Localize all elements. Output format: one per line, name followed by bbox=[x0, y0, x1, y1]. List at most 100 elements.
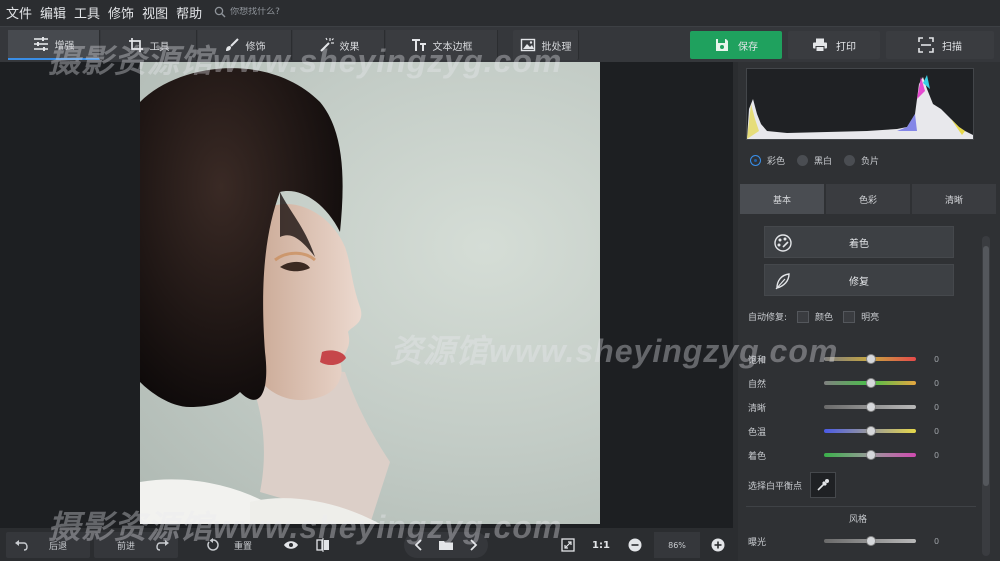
tab-effects[interactable]: 效果 bbox=[293, 30, 385, 60]
tint-slider[interactable] bbox=[824, 450, 916, 460]
exposure-knob[interactable] bbox=[866, 536, 876, 546]
white-balance-label: 选择白平衡点 bbox=[748, 481, 803, 492]
color-mode-group: 彩色 黑白 负片 bbox=[750, 154, 891, 167]
saturation-slider[interactable] bbox=[824, 354, 916, 364]
colorize-button[interactable]: 着色 bbox=[764, 226, 954, 258]
temperature-slider-row: 色温 0 bbox=[748, 424, 948, 438]
menu-help[interactable]: 帮助 bbox=[176, 3, 202, 22]
tab-tools[interactable]: 工具 bbox=[101, 30, 197, 60]
menu-edit[interactable]: 编辑 bbox=[40, 3, 66, 22]
mode-color-radio[interactable] bbox=[750, 155, 761, 166]
text-icon bbox=[411, 39, 426, 51]
tab-enhance[interactable]: 增强 bbox=[8, 30, 100, 60]
mode-bw-radio[interactable] bbox=[797, 155, 809, 166]
temperature-slider[interactable] bbox=[824, 426, 916, 436]
previous-image-icon[interactable] bbox=[414, 539, 424, 551]
reset-label: 重置 bbox=[233, 541, 252, 552]
tab-retouch[interactable]: 修饰 bbox=[198, 30, 292, 60]
tint-label: 着色 bbox=[748, 451, 767, 462]
tab-batch[interactable]: 批处理 bbox=[513, 30, 579, 60]
tab-text-border-label: 文本边框 bbox=[432, 41, 473, 53]
autofix-color-checkbox[interactable] bbox=[797, 310, 810, 323]
portrait-illustration bbox=[140, 68, 390, 524]
search-input[interactable] bbox=[230, 7, 351, 17]
mode-bw-label: 黑白 bbox=[814, 157, 833, 167]
subtab-color[interactable]: 色彩 bbox=[826, 184, 910, 214]
tint-value: 0 bbox=[934, 450, 940, 460]
print-label: 打印 bbox=[836, 41, 856, 53]
redo-button[interactable]: 前进 bbox=[94, 532, 178, 558]
scan-button[interactable]: 扫描 bbox=[886, 31, 994, 59]
panel-scroll-thumb[interactable] bbox=[983, 246, 989, 486]
save-label: 保存 bbox=[738, 41, 758, 53]
reset-button[interactable]: 重置 bbox=[194, 532, 264, 558]
scan-label: 扫描 bbox=[942, 41, 962, 53]
tab-text-border[interactable]: 文本边框 bbox=[386, 30, 498, 60]
eye-icon bbox=[284, 541, 298, 549]
section-divider bbox=[746, 506, 976, 507]
portrait-photo bbox=[140, 62, 600, 524]
crop-icon bbox=[128, 38, 143, 52]
fit-screen-icon bbox=[561, 538, 575, 552]
histogram-graph bbox=[747, 75, 973, 139]
menu-view[interactable]: 视图 bbox=[142, 3, 168, 22]
plus-circle-icon bbox=[711, 538, 725, 552]
search-icon bbox=[214, 6, 226, 18]
image-canvas[interactable] bbox=[0, 62, 733, 528]
saturation-value: 0 bbox=[934, 354, 940, 364]
autofix-brightness-label: 明亮 bbox=[861, 313, 880, 323]
zoom-input[interactable] bbox=[654, 532, 700, 558]
subtab-basic[interactable]: 基本 bbox=[740, 184, 824, 214]
folder-icon[interactable] bbox=[438, 539, 454, 551]
palette-icon bbox=[774, 234, 792, 252]
tab-effects-label: 效果 bbox=[339, 41, 360, 53]
colorize-label: 着色 bbox=[849, 238, 869, 250]
menu-file[interactable]: 文件 bbox=[6, 3, 32, 22]
saturation-slider-row: 饱和 0 bbox=[748, 352, 948, 366]
tab-enhance-label: 增强 bbox=[54, 40, 75, 52]
style-section-title: 风格 bbox=[848, 515, 867, 525]
next-image-icon[interactable] bbox=[468, 539, 478, 551]
floppy-disk-icon bbox=[716, 39, 728, 51]
autofix-brightness-checkbox[interactable] bbox=[843, 310, 856, 323]
clarity-label: 清晰 bbox=[748, 403, 767, 414]
subtab-sharpness[interactable]: 清晰 bbox=[912, 184, 996, 214]
print-button[interactable]: 打印 bbox=[788, 31, 880, 59]
compare-button[interactable] bbox=[312, 532, 334, 558]
actual-size-button[interactable]: 1:1 bbox=[588, 532, 614, 558]
exposure-slider[interactable] bbox=[824, 536, 916, 546]
saturation-knob[interactable] bbox=[866, 354, 876, 364]
vibrance-slider-row: 自然 0 bbox=[748, 376, 948, 390]
exposure-slider-row: 曝光 0 bbox=[748, 534, 948, 548]
undo-button[interactable]: 后退 bbox=[6, 532, 90, 558]
vibrance-knob[interactable] bbox=[866, 378, 876, 388]
fit-to-screen-button[interactable] bbox=[558, 532, 578, 558]
menu-tools[interactable]: 工具 bbox=[74, 3, 100, 22]
panel-subtabs: 基本 色彩 清晰 bbox=[740, 184, 998, 214]
vibrance-slider[interactable] bbox=[824, 378, 916, 388]
reset-icon bbox=[207, 538, 219, 551]
preview-button[interactable] bbox=[280, 532, 302, 558]
clarity-knob[interactable] bbox=[866, 402, 876, 412]
saturation-label: 饱和 bbox=[748, 355, 767, 366]
batch-image-icon bbox=[520, 38, 535, 52]
clarity-slider[interactable] bbox=[824, 402, 916, 412]
magic-wand-icon bbox=[319, 37, 334, 52]
autofix-color-label: 颜色 bbox=[815, 313, 834, 323]
menu-bar: 文件 编辑 工具 修饰 视图 帮助 bbox=[0, 0, 1000, 24]
menu-retouch[interactable]: 修饰 bbox=[108, 3, 134, 22]
eyedropper-button[interactable] bbox=[810, 472, 837, 498]
zoom-in-button[interactable] bbox=[709, 532, 727, 558]
bottom-bar: 后退 前进 重置 1:1 bbox=[0, 528, 733, 561]
exposure-label: 曝光 bbox=[748, 537, 767, 548]
file-navigation bbox=[404, 532, 488, 558]
save-button[interactable]: 保存 bbox=[690, 31, 782, 59]
mode-negative-radio[interactable] bbox=[844, 155, 856, 166]
tint-knob[interactable] bbox=[866, 450, 876, 460]
search-box[interactable] bbox=[214, 6, 351, 18]
panel-scrollbar[interactable] bbox=[982, 236, 990, 556]
repair-button[interactable]: 修复 bbox=[764, 264, 954, 296]
temperature-label: 色温 bbox=[748, 427, 767, 438]
temperature-knob[interactable] bbox=[866, 426, 876, 436]
zoom-out-button[interactable] bbox=[626, 532, 644, 558]
